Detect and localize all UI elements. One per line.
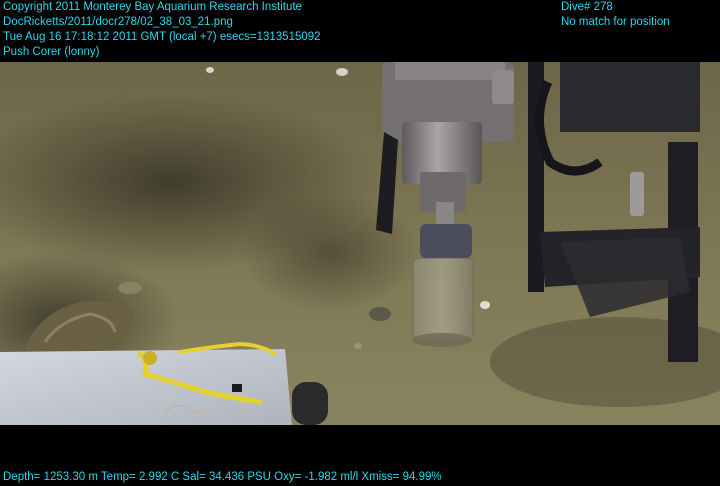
- frame-top: [560, 62, 700, 132]
- seafloor-image: [0, 62, 720, 425]
- pebble: [369, 307, 391, 321]
- overlay-tool-name: Push Corer (lonny): [3, 46, 100, 58]
- overlay-copyright: Copyright 2011 Monterey Bay Aquarium Res…: [3, 1, 302, 13]
- frame-sensor: [630, 172, 644, 216]
- overlay-dive-number: Dive# 278: [561, 1, 613, 13]
- pebble: [336, 68, 348, 76]
- overlay-timestamp: Tue Aug 16 17:18:12 2011 GMT (local +7) …: [3, 31, 321, 43]
- pebble: [354, 343, 362, 349]
- pebble: [206, 67, 214, 73]
- overlay-sensor-values: Depth= 1253.30 m Temp= 2.992 C Sal= 34.4…: [3, 471, 442, 483]
- core-handle: [420, 224, 472, 258]
- dark-cylinder: [292, 382, 328, 425]
- push-core-tube: [412, 257, 474, 341]
- overlay-top-right: Dive# 278 No match for position: [561, 0, 670, 30]
- hose-clip: [232, 384, 242, 392]
- overlay-filename: DocRicketts/2011/docr278/02_38_03_21.png: [3, 16, 233, 28]
- video-frame: Copyright 2011 Monterey Bay Aquarium Res…: [0, 0, 720, 486]
- overlay-position-status: No match for position: [561, 16, 670, 28]
- hose-fitting: [143, 351, 157, 365]
- pebble: [118, 282, 142, 294]
- overlay-sensor-readout: Depth= 1253.30 m Temp= 2.992 C Sal= 34.4…: [3, 470, 442, 485]
- arm-bracket: [492, 70, 514, 104]
- core-entry: [412, 333, 472, 347]
- arm-top: [395, 62, 505, 80]
- pebble: [480, 301, 490, 309]
- seafloor-scene: [0, 62, 720, 425]
- overlay-top-left: Copyright 2011 Monterey Bay Aquarium Res…: [3, 0, 321, 60]
